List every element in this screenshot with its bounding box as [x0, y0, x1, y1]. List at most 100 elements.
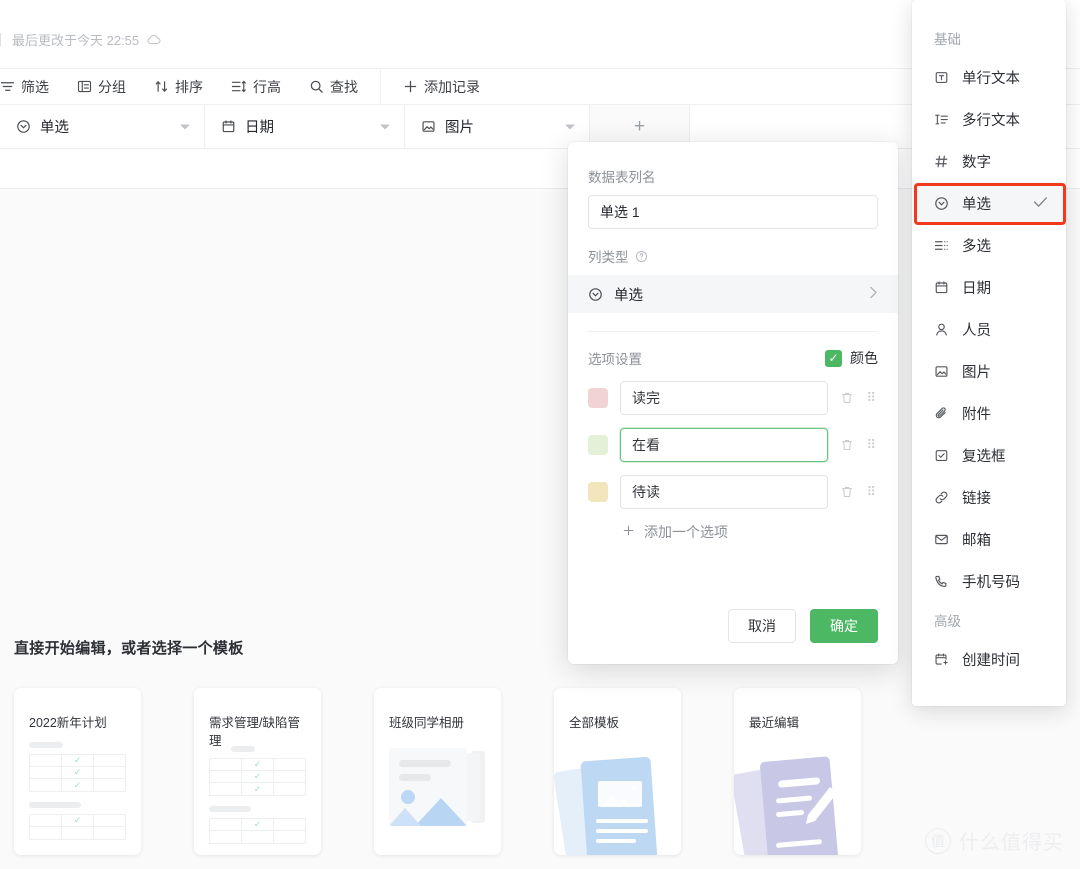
- picker-item-email[interactable]: 邮箱: [912, 518, 1066, 560]
- multi-line-text-icon: [934, 112, 950, 127]
- toolbar-search-label: 查找: [330, 78, 358, 95]
- plus-icon: [622, 524, 635, 540]
- trash-icon[interactable]: [840, 391, 854, 405]
- picker-item-label: 手机号码: [962, 574, 1020, 591]
- option-value-input[interactable]: [620, 428, 829, 462]
- option-color-swatch[interactable]: [588, 482, 608, 502]
- watermark-text: 什么值得买: [959, 832, 1064, 854]
- cloud-icon: [146, 34, 161, 45]
- picker-item-multi-select[interactable]: 多选: [912, 224, 1066, 266]
- drag-handle-icon[interactable]: ⠿: [866, 391, 878, 404]
- image-icon: [421, 119, 436, 134]
- toolbar-search-button[interactable]: 查找: [295, 69, 372, 105]
- link-icon: [934, 490, 950, 505]
- picker-item-created-time[interactable]: 创建时间: [912, 638, 1066, 680]
- grid-column-image[interactable]: 图片: [405, 105, 590, 148]
- template-card-title: 2022新年计划: [29, 716, 107, 730]
- toolbar-group-button[interactable]: 分组: [63, 69, 140, 105]
- placeholder-bar: [209, 806, 251, 812]
- search-icon: [309, 79, 324, 94]
- grid-column-single-select[interactable]: 单选: [0, 105, 205, 148]
- option-color-swatch[interactable]: [588, 435, 608, 455]
- album-illustration: [389, 748, 485, 826]
- templates-row: 2022新年计划 ✓ ✓ ✓ ✓ 需求管理/缺陷管理 ✓ ✓ ✓ ✓ 班级同学相…: [14, 688, 861, 855]
- group-icon: [77, 79, 92, 94]
- picker-item-number[interactable]: 数字: [912, 140, 1066, 182]
- picker-item-label: 日期: [962, 280, 991, 297]
- dialog-actions: 取消 确定: [728, 609, 878, 643]
- picker-item-label: 邮箱: [962, 532, 991, 549]
- image-icon: [934, 364, 950, 379]
- option-color-swatch[interactable]: [588, 388, 608, 408]
- checkbox-checked-icon: ✓: [825, 349, 842, 367]
- toolbar-filter-button[interactable]: 筛选: [0, 69, 63, 105]
- field-editor-dialog: 数据表列名 列类型 单选: [568, 142, 898, 664]
- picker-item-label: 链接: [962, 490, 991, 507]
- toolbar-group-label: 分组: [98, 78, 126, 95]
- field-type-picker: 基础 单行文本 多行文本 数字 单选 多选 日期 人员 图片 附件 复选框 链接…: [912, 0, 1066, 706]
- picker-item-person[interactable]: 人员: [912, 308, 1066, 350]
- color-toggle[interactable]: ✓ 颜色: [825, 348, 878, 368]
- check-icon: ✓: [253, 819, 262, 829]
- template-card[interactable]: 班级同学相册: [374, 688, 501, 855]
- picker-item-single-line-text[interactable]: 单行文本: [912, 56, 1066, 98]
- picker-item-label: 单行文本: [962, 70, 1020, 87]
- chevron-down-icon[interactable]: [180, 124, 190, 129]
- last-modified-meta: 最后更改于今天 22:55: [0, 30, 161, 49]
- add-option-button[interactable]: 添加一个选项: [622, 522, 878, 542]
- placeholder-bar: [231, 746, 255, 752]
- picker-item-label: 多行文本: [962, 112, 1020, 129]
- template-card-title: 需求管理/缺陷管理: [209, 716, 300, 748]
- drag-handle-icon[interactable]: ⠿: [866, 438, 878, 451]
- template-card[interactable]: 全部模板: [554, 688, 681, 855]
- toolbar-row-height-button[interactable]: 行高: [217, 69, 295, 105]
- picker-item-date[interactable]: 日期: [912, 266, 1066, 308]
- picker-item-multi-line-text[interactable]: 多行文本: [912, 98, 1066, 140]
- template-card-title: 全部模板: [569, 716, 620, 730]
- template-card[interactable]: 最近编辑: [734, 688, 861, 855]
- last-modified-text: 最后更改于今天 22:55: [12, 33, 140, 48]
- picker-item-label: 附件: [962, 406, 991, 423]
- check-icon: [1033, 195, 1048, 211]
- picker-item-checkbox[interactable]: 复选框: [912, 434, 1066, 476]
- mail-icon: [934, 532, 950, 547]
- templates-heading: 直接开始编辑，或者选择一个模板: [14, 640, 244, 657]
- picker-item-link[interactable]: 链接: [912, 476, 1066, 518]
- toolbar-separator: [380, 68, 381, 105]
- options-header: 选项设置 ✓ 颜色: [568, 348, 898, 368]
- field-type-value: 单选: [614, 287, 643, 304]
- picker-item-label: 复选框: [962, 448, 1006, 465]
- toolbar-sort-button[interactable]: 排序: [140, 69, 217, 105]
- picker-item-single-select[interactable]: 单选: [912, 182, 1066, 224]
- placeholder-bar: [29, 742, 63, 748]
- question-circle-icon[interactable]: [635, 250, 648, 263]
- grid-column-label: 图片: [445, 120, 474, 136]
- option-value-input[interactable]: [620, 475, 829, 509]
- cancel-button[interactable]: 取消: [728, 609, 796, 643]
- template-card[interactable]: 需求管理/缺陷管理 ✓ ✓ ✓ ✓: [194, 688, 321, 855]
- picker-item-image[interactable]: 图片: [912, 350, 1066, 392]
- option-row: ⠿: [588, 475, 878, 509]
- trash-icon[interactable]: [840, 438, 854, 452]
- option-row: ⠿: [588, 381, 878, 415]
- chevron-down-icon[interactable]: [565, 124, 575, 129]
- field-name-input[interactable]: [588, 195, 878, 229]
- template-card[interactable]: 2022新年计划 ✓ ✓ ✓ ✓: [14, 688, 141, 855]
- template-card-title: 班级同学相册: [389, 716, 465, 730]
- add-option-label: 添加一个选项: [644, 524, 728, 540]
- confirm-button[interactable]: 确定: [810, 609, 878, 643]
- chevron-down-icon[interactable]: [380, 124, 390, 129]
- picker-item-phone[interactable]: 手机号码: [912, 560, 1066, 602]
- drag-handle-icon[interactable]: ⠿: [866, 485, 878, 498]
- sort-icon: [154, 79, 169, 94]
- toolbar-sort-label: 排序: [175, 78, 203, 95]
- grid-column-date[interactable]: 日期: [205, 105, 405, 148]
- app-root: 最后更改于今天 22:55 筛选 分组 排序 行高 查找 添加记录 单选 日期 …: [0, 0, 1080, 869]
- toolbar-add-record-button[interactable]: 添加记录: [389, 69, 494, 105]
- trash-icon[interactable]: [840, 485, 854, 499]
- options-label: 选项设置: [588, 352, 642, 367]
- field-type-selector[interactable]: 单选: [568, 275, 898, 313]
- picker-item-attachment[interactable]: 附件: [912, 392, 1066, 434]
- chevron-right-icon: [869, 286, 878, 303]
- option-value-input[interactable]: [620, 381, 829, 415]
